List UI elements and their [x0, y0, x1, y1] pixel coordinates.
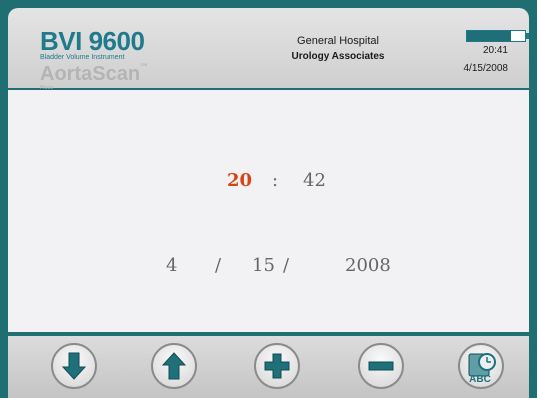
up-arrow-icon	[161, 352, 187, 380]
time-separator: :	[272, 170, 279, 191]
month-field[interactable]: 4	[166, 255, 177, 276]
day-field[interactable]: 15	[252, 255, 275, 276]
facility-name: General Hospital	[297, 35, 379, 47]
year-field[interactable]: 2008	[345, 255, 391, 276]
date-separator-1: /	[215, 255, 222, 276]
battery-fill	[467, 31, 511, 41]
abc-clock-button[interactable]: ABC	[458, 343, 504, 389]
down-button[interactable]	[51, 343, 97, 389]
logo-name: AortaScan	[40, 63, 141, 85]
minute-field[interactable]: 42	[303, 170, 326, 191]
clock-time: 20:41	[482, 45, 508, 56]
facility-department: Urology Associates	[291, 51, 385, 62]
device-frame: BVI 9600 Bladder Volume Instrument Aorta…	[0, 0, 537, 398]
abc-label: ABC	[469, 374, 491, 385]
product-name: BVI 9600	[40, 26, 145, 56]
minus-button[interactable]	[358, 343, 404, 389]
date-time-editor: 20 : 42 4 / 15 / 2008	[8, 90, 529, 332]
toolbar: ABC	[8, 336, 529, 398]
clock-date: 4/15/2008	[463, 63, 509, 74]
logo: AortaScan™	[40, 62, 149, 86]
plus-button[interactable]	[254, 343, 300, 389]
abc-clock-icon: ABC	[468, 353, 496, 385]
logo-trademark: ™	[140, 62, 149, 71]
minus-icon	[368, 361, 394, 371]
battery-icon	[466, 30, 529, 42]
product-subtitle: Bladder Volume Instrument	[40, 54, 125, 61]
date-separator-2: /	[283, 255, 290, 276]
battery-terminal	[526, 33, 529, 39]
facility-info: General Hospital Urology Associates	[268, 34, 408, 64]
up-button[interactable]	[151, 343, 197, 389]
plus-icon	[264, 353, 290, 379]
header-bar: BVI 9600 Bladder Volume Instrument Aorta…	[8, 8, 529, 91]
down-arrow-icon	[61, 352, 87, 380]
hour-field[interactable]: 20	[227, 170, 252, 191]
